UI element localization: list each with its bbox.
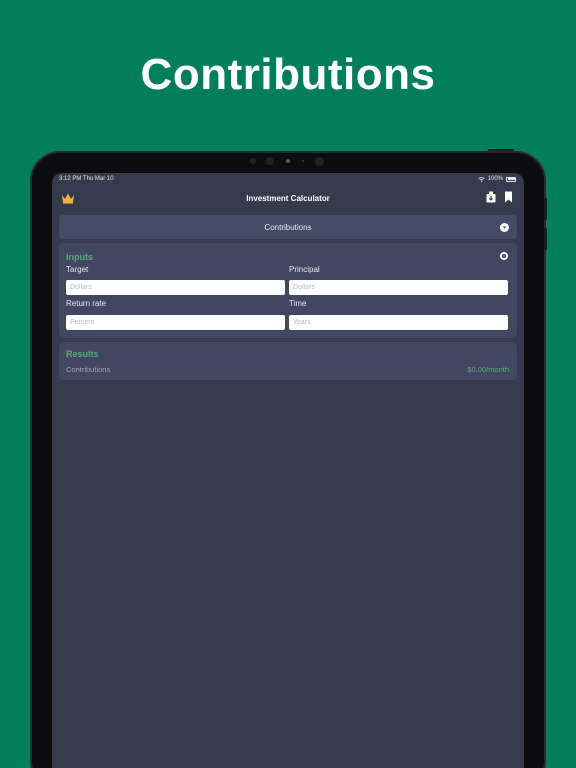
- volume-up-button: [544, 198, 547, 220]
- inputs-card: Inputs Target Principal Return rate Time: [59, 243, 517, 338]
- results-card: Results Contributions $0.00/month: [59, 342, 517, 380]
- principal-input[interactable]: [289, 280, 508, 295]
- chevron-down-icon: [500, 223, 509, 232]
- nav-bar: Investment Calculator: [52, 185, 524, 215]
- headline: Contributions: [140, 50, 436, 99]
- calculator-export-icon[interactable]: [486, 191, 496, 203]
- results-title: Results: [66, 349, 99, 359]
- result-contributions-value: $0.00/month: [467, 365, 509, 374]
- status-time: 3:12 PM Thu Mar 10: [59, 176, 114, 182]
- sensor-dot: [266, 157, 274, 165]
- time-label: Time: [289, 299, 307, 308]
- calculation-type-selector[interactable]: Contributions: [59, 215, 517, 239]
- volume-down-button: [544, 228, 547, 250]
- return-rate-label: Return rate: [66, 299, 107, 308]
- bookmark-icon[interactable]: [504, 191, 513, 203]
- info-icon[interactable]: [500, 252, 508, 260]
- camera-lens: [286, 159, 290, 163]
- inputs-title: Inputs: [66, 252, 93, 262]
- principal-label: Principal: [289, 265, 320, 274]
- wifi-icon: [477, 176, 485, 182]
- battery-percent: 100%: [487, 176, 503, 182]
- sensor-dot: [315, 157, 324, 166]
- battery-icon: [506, 176, 516, 182]
- target-label: Target: [66, 265, 89, 274]
- status-bar: 3:12 PM Thu Mar 10 100%: [52, 173, 524, 185]
- target-input[interactable]: [66, 280, 285, 295]
- status-right: 100%: [477, 176, 516, 182]
- sensor-dot: [302, 160, 304, 162]
- sensor-dot: [250, 158, 256, 164]
- app-screen: 3:12 PM Thu Mar 10 100% Investment Calcu…: [52, 173, 524, 768]
- selector-label: Contributions: [264, 223, 312, 232]
- time-input[interactable]: [289, 315, 508, 330]
- camera-bar: [250, 156, 330, 166]
- return-rate-input[interactable]: [66, 315, 285, 330]
- result-contributions-label: Contributions: [66, 365, 111, 374]
- nav-title: Investment Calculator: [246, 194, 330, 203]
